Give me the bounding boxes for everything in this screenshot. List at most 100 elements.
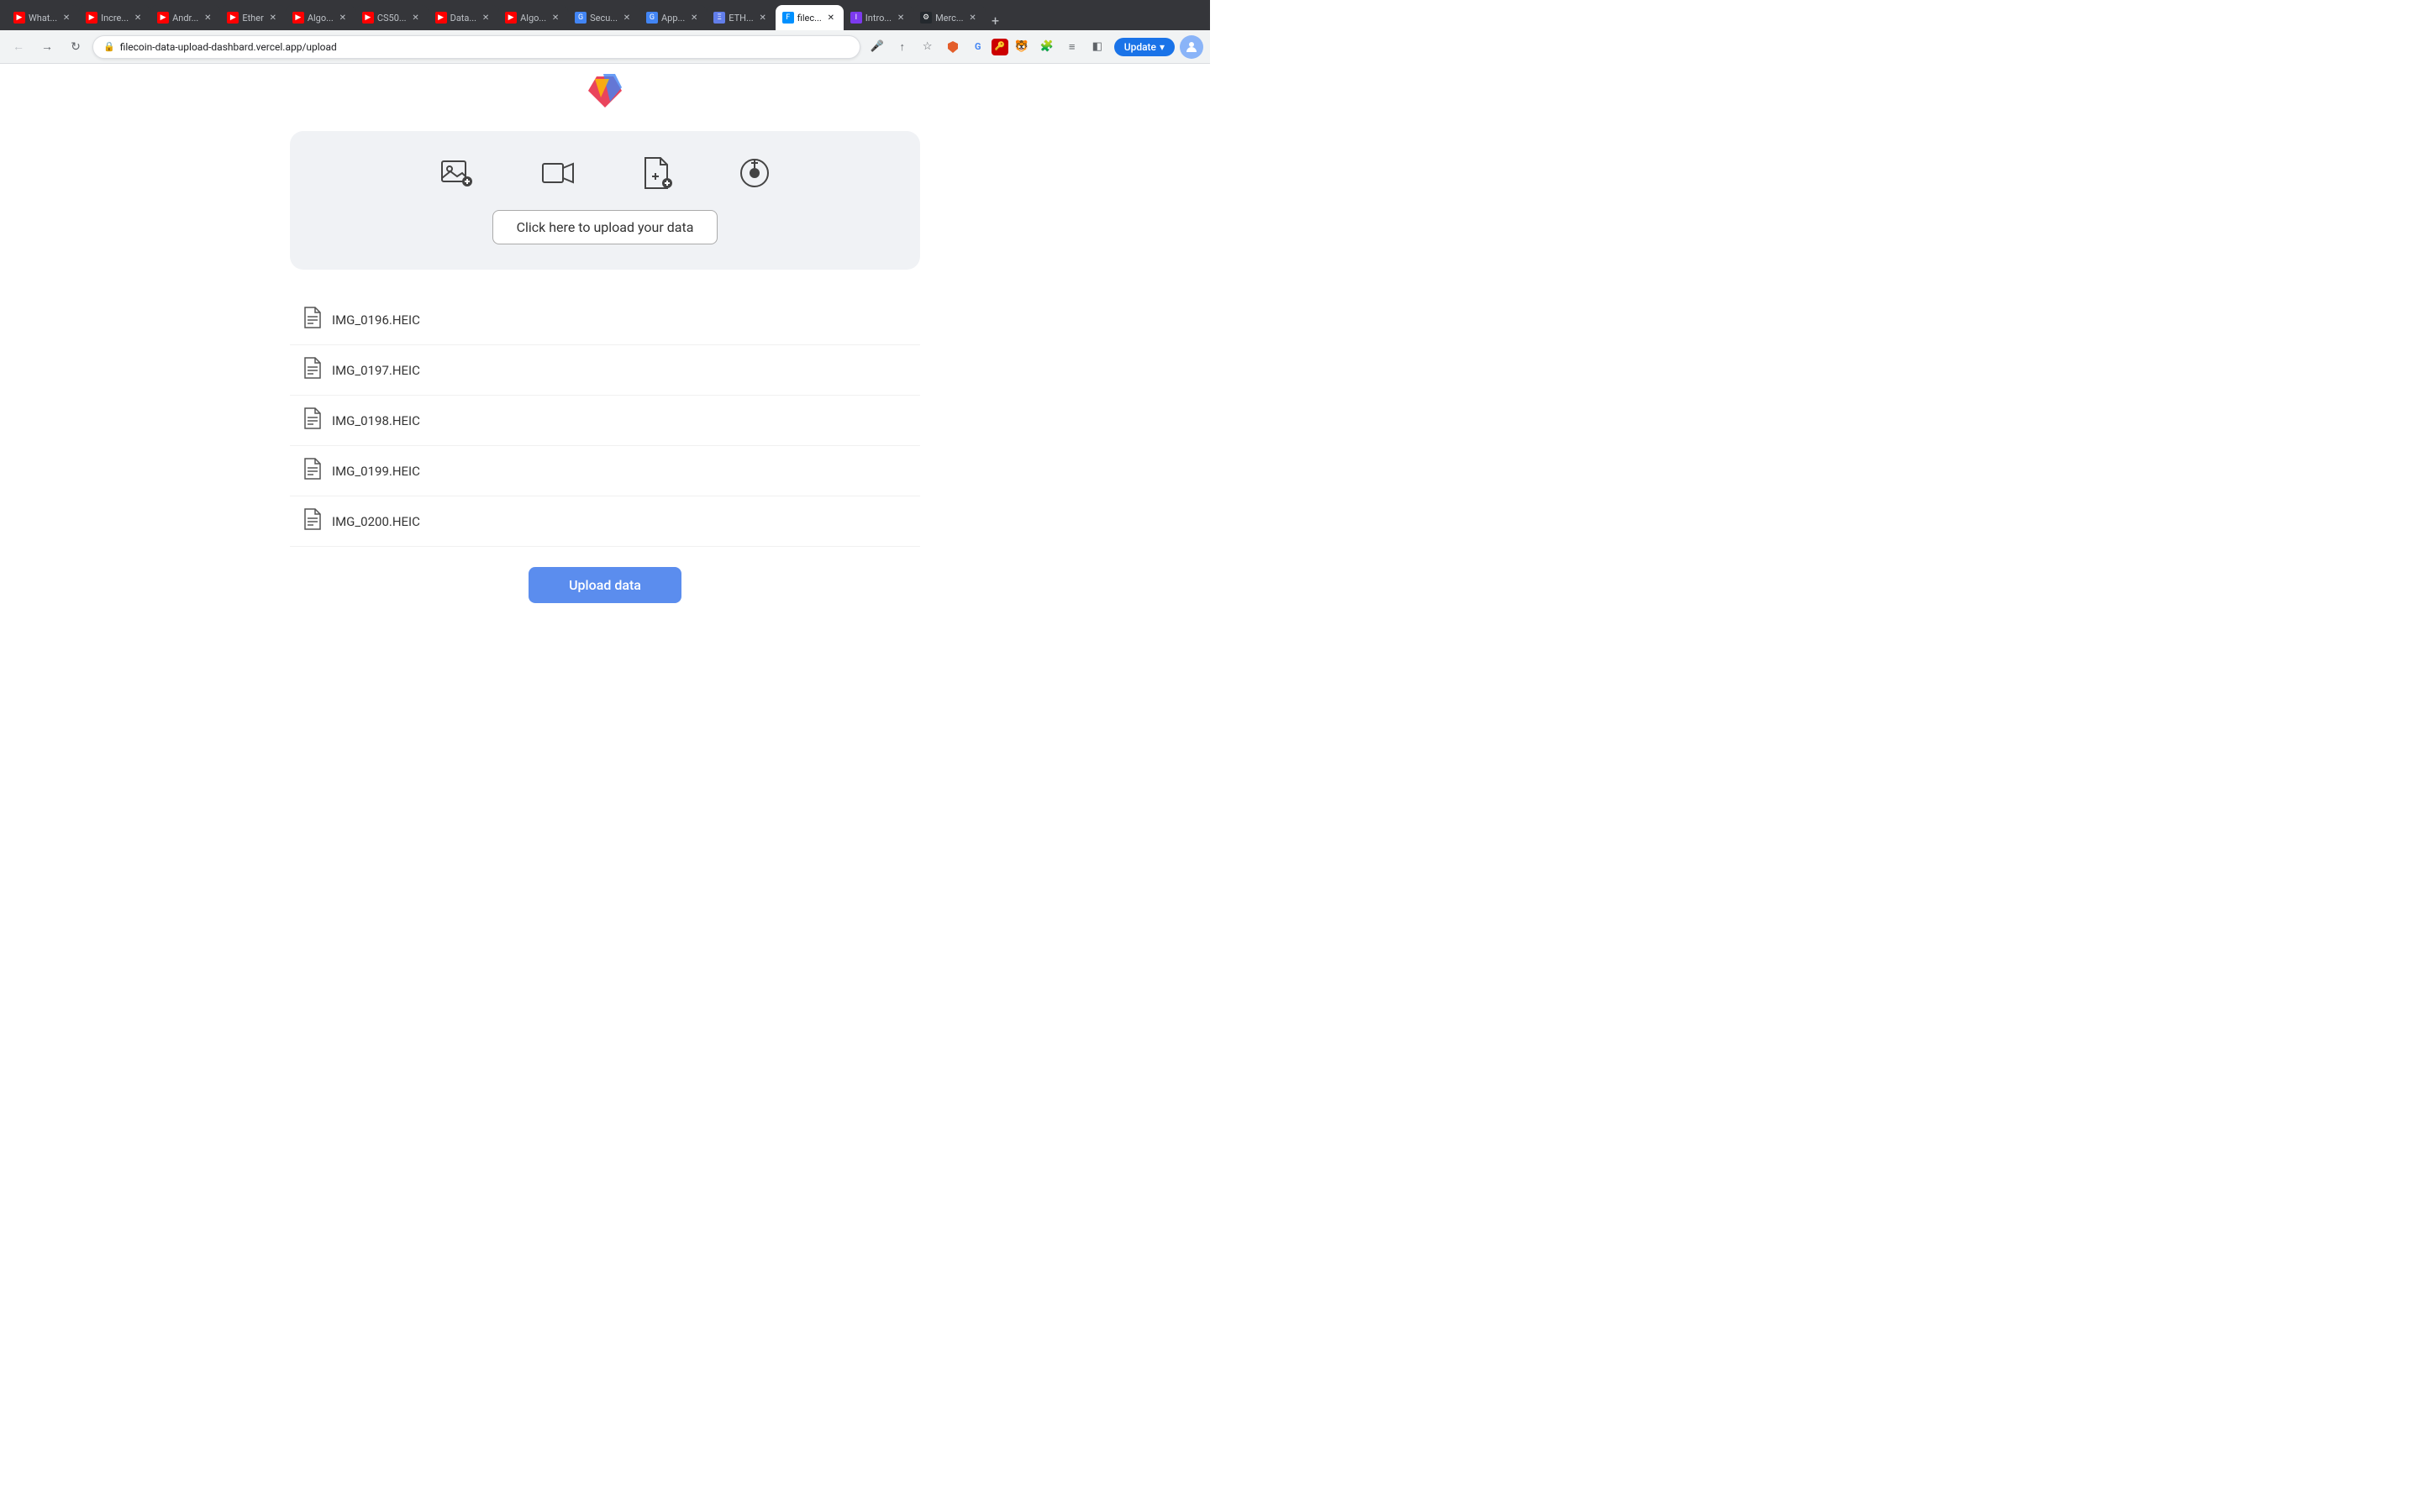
extensions-icon[interactable]: 🧩 bbox=[1035, 35, 1059, 59]
tab-favicon-1: ▶ bbox=[13, 12, 25, 24]
file-item-1: IMG_0197.HEIC bbox=[290, 345, 920, 396]
tab-incre[interactable]: ▶ Incre... ✕ bbox=[79, 5, 150, 30]
tab-close-8[interactable]: ✕ bbox=[550, 12, 561, 24]
chevron-down-icon: ▾ bbox=[1160, 41, 1165, 53]
document-add-upload-icon bbox=[642, 156, 672, 190]
file-name-1: IMG_0197.HEIC bbox=[332, 363, 420, 378]
tab-close-3[interactable]: ✕ bbox=[202, 12, 213, 24]
tab-andr[interactable]: ▶ Andr... ✕ bbox=[150, 5, 220, 30]
tab-label-3: Andr... bbox=[172, 13, 198, 24]
tab-filecoin[interactable]: F filec... ✕ bbox=[776, 5, 844, 30]
tab-favicon-11: Ξ bbox=[713, 12, 725, 24]
tab-merc[interactable]: ⚙ Merc... ✕ bbox=[913, 5, 986, 30]
tab-label-7: Data... bbox=[450, 13, 477, 24]
file-icon-0 bbox=[303, 307, 322, 333]
upload-data-button[interactable]: Click here to upload your data bbox=[492, 210, 718, 244]
file-item-0: IMG_0196.HEIC bbox=[290, 295, 920, 345]
tab-label-10: App... bbox=[661, 13, 685, 24]
tab-favicon-4: ▶ bbox=[227, 12, 239, 24]
tab-close-6[interactable]: ✕ bbox=[410, 12, 422, 24]
logo-area bbox=[580, 72, 630, 118]
tab-favicon-2: ▶ bbox=[86, 12, 97, 24]
update-label: Update bbox=[1124, 41, 1156, 53]
tab-label-1: What... bbox=[29, 13, 57, 24]
video-upload-icon bbox=[541, 160, 575, 186]
brave-icon[interactable] bbox=[941, 35, 965, 59]
forward-button[interactable]: → bbox=[35, 35, 59, 59]
tiger-icon[interactable]: 🐯 bbox=[1010, 35, 1034, 59]
tab-close-14[interactable]: ✕ bbox=[967, 12, 979, 24]
lock-icon: 🔒 bbox=[103, 41, 115, 52]
address-bar: ← → ↻ 🔒 filecoin-data-upload-dashbard.ve… bbox=[0, 30, 1210, 64]
tab-close-7[interactable]: ✕ bbox=[480, 12, 492, 24]
tab-label-8: Algo... bbox=[520, 13, 546, 24]
back-button[interactable]: ← bbox=[7, 35, 30, 59]
password-icon[interactable]: 🔑 bbox=[992, 39, 1008, 55]
file-name-0: IMG_0196.HEIC bbox=[332, 312, 420, 328]
file-icon-2 bbox=[303, 407, 322, 433]
file-list: IMG_0196.HEIC IMG_0197.HEIC bbox=[290, 295, 920, 547]
tab-close-5[interactable]: ✕ bbox=[337, 12, 349, 24]
tab-cs50[interactable]: ▶ CS50... ✕ bbox=[355, 5, 429, 30]
address-field[interactable]: 🔒 filecoin-data-upload-dashbard.vercel.a… bbox=[92, 35, 860, 59]
tab-favicon-3: ▶ bbox=[157, 12, 169, 24]
profile-button[interactable] bbox=[1180, 35, 1203, 59]
share-icon[interactable]: ↑ bbox=[891, 35, 914, 59]
file-name-2: IMG_0198.HEIC bbox=[332, 413, 420, 428]
file-icon-4 bbox=[303, 508, 322, 534]
submit-upload-button[interactable]: Upload data bbox=[529, 567, 681, 603]
tab-app[interactable]: G App... ✕ bbox=[639, 5, 707, 30]
sidebar-toggle-icon[interactable]: ◧ bbox=[1086, 35, 1109, 59]
google-icon[interactable]: G bbox=[966, 35, 990, 59]
tab-close-10[interactable]: ✕ bbox=[688, 12, 700, 24]
tab-favicon-7: ▶ bbox=[435, 12, 447, 24]
page-content: Click here to upload your data IMG_0196.… bbox=[0, 64, 1210, 753]
music-upload-icon bbox=[739, 158, 770, 188]
address-text: filecoin-data-upload-dashbard.vercel.app… bbox=[120, 41, 337, 53]
tab-favicon-8: ▶ bbox=[505, 12, 517, 24]
file-item-3: IMG_0199.HEIC bbox=[290, 446, 920, 496]
tab-algo1[interactable]: ▶ Algo... ✕ bbox=[286, 5, 355, 30]
tab-label-2: Incre... bbox=[101, 13, 129, 24]
file-icon-3 bbox=[303, 458, 322, 484]
microphone-icon[interactable]: 🎤 bbox=[865, 35, 889, 59]
tab-what[interactable]: ▶ What... ✕ bbox=[7, 5, 79, 30]
file-item-2: IMG_0198.HEIC bbox=[290, 396, 920, 446]
new-tab-button[interactable]: + bbox=[986, 10, 1006, 30]
file-item-4: IMG_0200.HEIC bbox=[290, 496, 920, 547]
tab-favicon-13: I bbox=[850, 12, 862, 24]
tab-eth[interactable]: Ξ ETH... ✕ bbox=[707, 5, 775, 30]
tab-label-11: ETH... bbox=[729, 13, 753, 24]
reload-button[interactable]: ↻ bbox=[64, 35, 87, 59]
tab-close-13[interactable]: ✕ bbox=[895, 12, 907, 24]
tab-secu[interactable]: G Secu... ✕ bbox=[568, 5, 639, 30]
tab-data[interactable]: ▶ Data... ✕ bbox=[429, 5, 499, 30]
tab-close-12[interactable]: ✕ bbox=[825, 12, 837, 24]
tab-label-9: Secu... bbox=[590, 13, 618, 24]
tab-intro[interactable]: I Intro... ✕ bbox=[844, 5, 913, 30]
tab-close-11[interactable]: ✕ bbox=[757, 12, 769, 24]
logo-icon bbox=[580, 72, 630, 114]
tab-favicon-5: ▶ bbox=[292, 12, 304, 24]
tab-close-9[interactable]: ✕ bbox=[621, 12, 633, 24]
tab-favicon-14: ⚙ bbox=[920, 12, 932, 24]
tab-label-4: Ether bbox=[242, 13, 263, 24]
tab-close-2[interactable]: ✕ bbox=[132, 12, 144, 24]
update-button[interactable]: Update ▾ bbox=[1114, 38, 1175, 56]
tab-label-5: Algo... bbox=[308, 13, 334, 24]
file-name-3: IMG_0199.HEIC bbox=[332, 464, 420, 479]
toolbar-icons: 🎤 ↑ ☆ G 🔑 🐯 🧩 ≡ ◧ bbox=[865, 35, 1109, 59]
file-icon-1 bbox=[303, 357, 322, 383]
tab-label-13: Intro... bbox=[865, 13, 892, 24]
tab-algo2[interactable]: ▶ Algo... ✕ bbox=[498, 5, 568, 30]
icon-row bbox=[440, 156, 770, 190]
tab-close-4[interactable]: ✕ bbox=[267, 12, 279, 24]
bookmark-icon[interactable]: ☆ bbox=[916, 35, 939, 59]
image-upload-icon bbox=[440, 158, 474, 188]
tab-close-1[interactable]: ✕ bbox=[60, 12, 72, 24]
tab-favicon-9: G bbox=[575, 12, 587, 24]
tab-favicon-12: F bbox=[782, 12, 794, 24]
brave-news-icon[interactable]: ≡ bbox=[1060, 35, 1084, 59]
tab-label-14: Merc... bbox=[935, 13, 964, 24]
tab-ether[interactable]: ▶ Ether ✕ bbox=[220, 5, 285, 30]
